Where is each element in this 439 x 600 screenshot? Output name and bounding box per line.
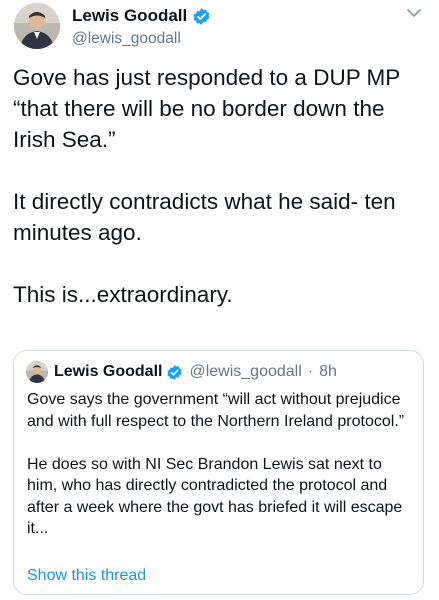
time-separator: · xyxy=(307,363,314,380)
author-avatar[interactable] xyxy=(14,3,60,49)
tweet-paragraph: This is...extraordinary. xyxy=(13,282,233,307)
quoted-tweet-paragraph: He does so with NI Sec Brandon Lewis sat… xyxy=(27,455,403,538)
quoted-author-avatar xyxy=(26,361,48,383)
quoted-tweet-time: 8h xyxy=(319,363,337,380)
quoted-tweet[interactable]: Lewis Goodall @lewis_goodall · 8h Gove s… xyxy=(13,350,424,595)
tweet-paragraph: It directly contradicts what he said- te… xyxy=(13,189,396,245)
quoted-tweet-text: Gove says the government “will act witho… xyxy=(27,389,412,561)
quoted-tweet-header: Lewis Goodall @lewis_goodall · 8h xyxy=(26,361,337,383)
tweet: Lewis Goodall @lewis_goodall Gove has ju… xyxy=(0,0,439,600)
verified-badge-icon xyxy=(192,7,211,26)
show-thread-link[interactable]: Show this thread xyxy=(27,567,146,585)
author-name[interactable]: Lewis Goodall xyxy=(72,6,187,26)
quoted-author-name: Lewis Goodall xyxy=(54,363,163,380)
author-handle[interactable]: @lewis_goodall xyxy=(72,30,181,48)
quoted-author-handle: @lewis_goodall xyxy=(189,363,302,380)
verified-badge-icon xyxy=(166,364,183,381)
tweet-text: Gove has just responded to a DUP MP “tha… xyxy=(13,62,428,310)
chevron-down-icon[interactable] xyxy=(405,4,423,22)
author-name-row: Lewis Goodall xyxy=(72,6,211,26)
tweet-paragraph: Gove has just responded to a DUP MP “tha… xyxy=(13,65,400,152)
quoted-tweet-paragraph: Gove says the government “will act witho… xyxy=(27,391,405,430)
